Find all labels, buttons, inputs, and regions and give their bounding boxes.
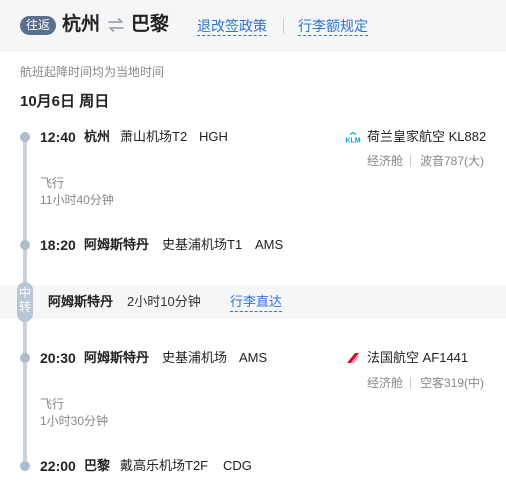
svg-text:KLM: KLM [345,138,360,145]
timeline-dot [20,353,30,363]
swap-arrows-icon [108,18,124,32]
departure-city: 杭州 [84,129,111,144]
klm-logo-icon: KLM [345,132,361,144]
timeline-dot [20,240,30,250]
cabin-separator [410,155,411,167]
route-header: 往返 杭州 巴黎 退改签政策 行李额规定 [0,0,506,52]
arrival-airport-code: CDG [223,458,252,473]
aircraft-type: 空客319(中) [420,376,485,390]
origin-city: 杭州 [62,14,101,35]
arrival-time: 22:00 [40,458,76,474]
timeline-dot [20,461,30,471]
departure-time: 20:30 [40,350,76,366]
departure-airport-code: HGH [199,129,228,144]
transfer-badge: 中转 [17,282,33,322]
cabin-separator [410,377,411,389]
airline-name: 荷兰皇家航空 KL882 [367,129,487,144]
local-time-notice: 航班起降时间均为当地时间 [20,65,165,79]
timeline-line-2 [23,319,27,471]
transfer-city: 阿姆斯特丹 [48,294,114,309]
departure-time: 12:40 [40,129,76,145]
through-baggage-link[interactable]: 行李直达 [230,293,283,312]
flying-label: 飞行 [40,176,65,190]
airline-name: 法国航空 AF1441 [367,350,469,365]
transfer-duration: 2小时10分钟 [127,294,201,309]
arrival-airport-code: AMS [255,237,284,252]
departure-airport: 萧山机场T2 [120,129,188,144]
aircraft-type: 波音787(大) [420,154,485,168]
departure-city: 阿姆斯特丹 [84,350,150,365]
departure-airport-code: AMS [239,350,268,365]
arrival-time: 18:20 [40,237,76,253]
cabin-class: 经济舱 [367,154,404,168]
flight-duration: 1小时30分钟 [40,414,109,428]
arrival-airport: 史基浦机场T1 [162,237,243,252]
timeline-dot [20,132,30,142]
destination-city: 巴黎 [131,14,170,35]
departure-airport: 史基浦机场 [162,350,228,365]
flight-duration: 11小时40分钟 [40,193,114,207]
baggage-rules-link[interactable]: 行李额规定 [298,17,368,36]
flying-label: 飞行 [40,397,65,411]
flight-date: 10月6日 周日 [20,93,110,110]
header-divider [283,19,284,33]
arrival-city: 巴黎 [84,458,111,473]
trip-type-badge: 往返 [20,16,57,35]
refund-policy-link[interactable]: 退改签政策 [197,17,267,36]
timeline-line-1 [23,140,27,285]
air-france-logo-icon [347,353,359,363]
arrival-airport: 戴高乐机场T2F [120,458,209,473]
cabin-class: 经济舱 [367,376,404,390]
arrival-city: 阿姆斯特丹 [84,237,150,252]
